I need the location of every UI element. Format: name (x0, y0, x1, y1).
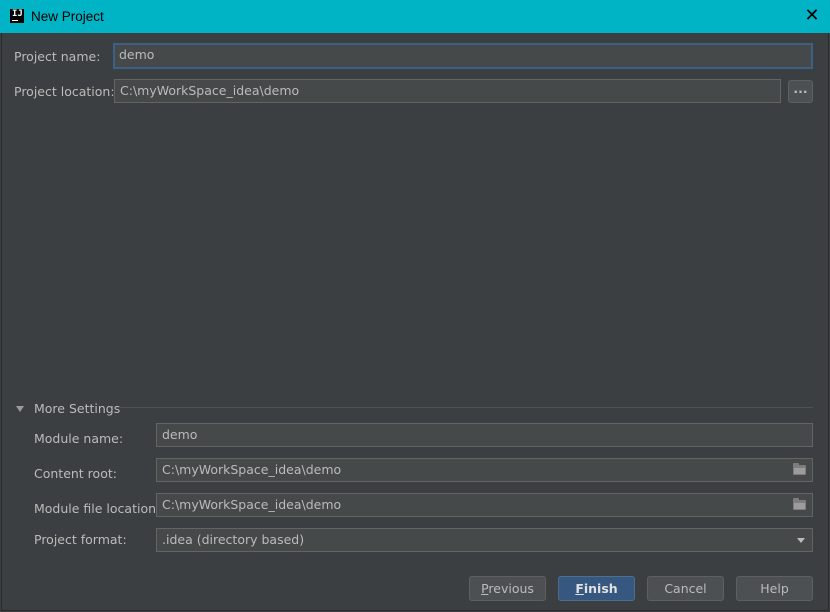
previous-button[interactable]: Previous (469, 576, 546, 601)
cancel-button[interactable]: Cancel (647, 576, 724, 601)
module-name-input[interactable]: demo (156, 423, 813, 447)
window-title: New Project (31, 9, 104, 24)
close-icon[interactable]: ✕ (802, 7, 822, 27)
dialog-body (1, 33, 829, 611)
project-format-value: .idea (directory based) (162, 532, 305, 547)
project-format-label: Project format: (34, 532, 127, 547)
project-name-value: demo (119, 47, 155, 62)
module-name-value: demo (162, 427, 198, 442)
project-location-input[interactable]: C:\myWorkSpace_idea\demo (114, 79, 781, 103)
project-format-select[interactable]: .idea (directory based) (156, 528, 813, 552)
intellij-icon: IJ (10, 9, 24, 23)
browse-location-button[interactable]: ... (788, 80, 813, 103)
help-button[interactable]: Help (736, 576, 813, 601)
content-root-input[interactable]: C:\myWorkSpace_idea\demo (156, 458, 813, 482)
project-name-input[interactable]: demo (113, 43, 813, 69)
folder-icon[interactable] (793, 498, 806, 510)
module-name-label: Module name: (34, 431, 124, 446)
folder-icon[interactable] (793, 463, 806, 475)
finish-button[interactable]: Finish (558, 576, 635, 601)
triangle-down-icon (16, 405, 24, 412)
more-settings-toggle[interactable]: More Settings (16, 401, 120, 416)
project-name-label: Project name: (14, 49, 101, 64)
module-file-location-input[interactable]: C:\myWorkSpace_idea\demo (156, 493, 813, 517)
content-root-value: C:\myWorkSpace_idea\demo (162, 462, 342, 477)
section-divider (116, 407, 813, 408)
more-settings-label: More Settings (34, 401, 121, 416)
chevron-down-icon (797, 538, 805, 543)
title-bar: IJ New Project ✕ (0, 0, 830, 33)
content-root-label: Content root: (34, 466, 117, 481)
module-file-location-value: C:\myWorkSpace_idea\demo (162, 497, 342, 512)
module-file-location-label: Module file location: (34, 501, 161, 516)
project-location-label: Project location: (14, 84, 115, 99)
project-location-value: C:\myWorkSpace_idea\demo (120, 83, 300, 98)
